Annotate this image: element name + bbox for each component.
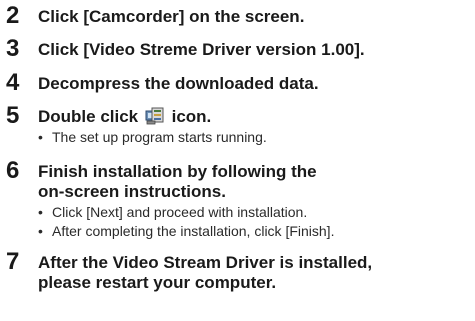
step-number: 4: [6, 69, 20, 96]
step-number: 2: [6, 2, 20, 29]
bullet-item: • The set up program starts running.: [38, 128, 267, 146]
step-text: Double click icon.: [38, 106, 211, 127]
bullet-text: Click [Next] and proceed with installati…: [52, 204, 308, 220]
bullet-text: The set up program starts running.: [52, 129, 267, 145]
step-text-line-2: on-screen instructions.: [38, 182, 226, 201]
step-number: 5: [6, 102, 20, 129]
step-text-line-1: After the Video Stream Driver is install…: [38, 253, 373, 272]
step-text-after: icon.: [171, 107, 212, 126]
bullet-item: • Click [Next] and proceed with installat…: [38, 203, 307, 221]
step-number: 7: [6, 248, 20, 275]
step-text-before: Double click: [38, 107, 139, 126]
step-text-line-2: please restart your computer.: [38, 273, 277, 292]
bullet-dot: •: [38, 204, 43, 220]
step-text: Click [Camcorder] on the screen.: [38, 7, 305, 26]
bullet-dot: •: [38, 129, 43, 145]
step-text: Click [Video Streme Driver version 1.00]…: [38, 40, 365, 59]
step-text: Decompress the downloaded data.: [38, 74, 319, 93]
step-text-line-1: Finish installation by following the: [38, 162, 317, 181]
step-number: 6: [6, 157, 20, 184]
bullet-dot: •: [38, 223, 43, 239]
bullet-item: • After completing the installation, clic…: [38, 222, 334, 240]
step-number: 3: [6, 35, 20, 62]
installer-setup-icon: [145, 106, 165, 126]
bullet-text: After completing the installation, click…: [52, 223, 335, 239]
